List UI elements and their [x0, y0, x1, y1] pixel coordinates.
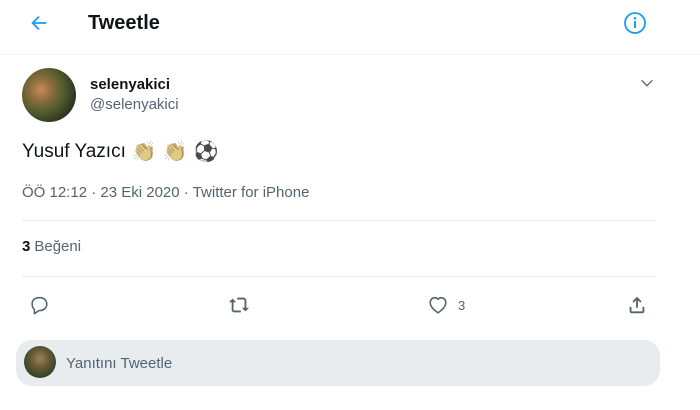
meta-separator: ·	[183, 184, 189, 201]
page-title: Tweetle	[88, 12, 160, 34]
likes-label: Beğeni	[34, 238, 82, 255]
header-divider	[0, 54, 700, 55]
share-icon	[629, 296, 645, 314]
tweet-timestamp-link[interactable]: ÖÖ 12:12 · 23 Eki 2020	[22, 184, 180, 201]
tweet-date: 23 Eki 2020	[100, 184, 180, 201]
author-avatar[interactable]	[22, 68, 76, 122]
info-icon	[624, 12, 646, 34]
likes-summary[interactable]: 3 Beğeni	[22, 238, 81, 255]
likes-count: 3	[22, 238, 31, 255]
author-handle[interactable]: @selenyakici	[90, 96, 179, 113]
top-bar: Tweetle	[0, 0, 700, 46]
retweet-icon	[228, 297, 250, 313]
chevron-down-icon	[641, 79, 653, 87]
more-options-button[interactable]	[632, 70, 662, 96]
share-button[interactable]	[626, 288, 648, 322]
tweet-source-link[interactable]: Twitter for iPhone	[193, 184, 310, 201]
tweet-metadata: ÖÖ 12:12 · 23 Eki 2020 · Twitter for iPh…	[22, 184, 309, 201]
user-avatar	[24, 346, 56, 378]
tweet-time: ÖÖ 12:12	[22, 184, 88, 201]
reply-placeholder: Yanıtını Tweetle	[66, 355, 173, 372]
tweet-text: Yusuf Yazıcı 👏 👏 ⚽	[22, 141, 219, 163]
soccer-ball-emoji: ⚽	[193, 141, 219, 163]
tweet-text-content: Yusuf Yazıcı	[22, 141, 126, 162]
reply-icon	[31, 296, 48, 315]
reply-button[interactable]	[28, 288, 50, 322]
info-button[interactable]	[618, 6, 652, 40]
clapping-hands-emoji: 👏	[131, 141, 157, 163]
reply-composer[interactable]: Yanıtını Tweetle	[16, 340, 660, 386]
like-button[interactable]: 3	[426, 288, 465, 322]
divider	[22, 220, 656, 221]
like-count: 3	[458, 297, 466, 313]
heart-icon	[429, 296, 447, 314]
arrow-left-icon	[31, 15, 47, 31]
clapping-hands-emoji: 👏	[162, 141, 188, 163]
divider	[22, 276, 656, 277]
retweet-button[interactable]	[226, 288, 252, 322]
author-display-name[interactable]: selenyakici	[90, 76, 170, 93]
back-button[interactable]	[20, 5, 58, 41]
